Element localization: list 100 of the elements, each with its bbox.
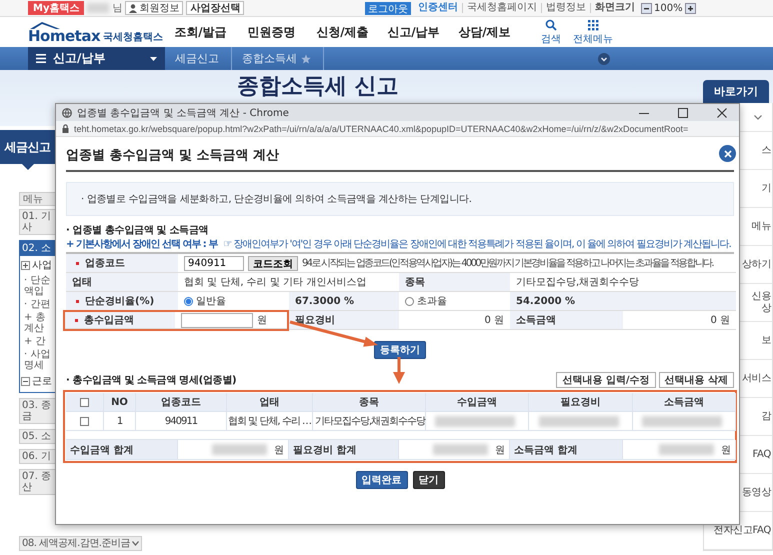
globe-icon (62, 108, 72, 118)
expand-icon[interactable] (21, 260, 30, 270)
menu-group[interactable]: 사업 (32, 258, 52, 272)
submenu-item[interactable]: · 단순 액입 (20, 274, 55, 298)
person-icon (129, 4, 138, 12)
menu-step[interactable]: 05. 소 (19, 429, 55, 444)
register-button[interactable]: 등록하기 (374, 341, 426, 359)
expand-chevron-icon[interactable] (598, 52, 610, 64)
field-label: 소득금액 (516, 314, 556, 327)
menu-dropdown[interactable]: 신고/납부 (28, 47, 165, 70)
star-icon[interactable] (301, 54, 311, 64)
quick-link[interactable]: 상하기 (742, 258, 771, 270)
quick-link[interactable]: 서비스 (742, 372, 771, 384)
radio-option[interactable]: 초과율 (405, 294, 447, 308)
menu-step[interactable]: 08. 세액공제.감면.준비금 (19, 536, 142, 551)
quick-link[interactable]: 신용 상 (752, 290, 771, 314)
column-header: 필요경비 (560, 396, 600, 409)
menu-group[interactable]: 근로 (32, 374, 52, 388)
menu-step[interactable]: 07. 종 산 (19, 469, 55, 495)
nav-menu-item[interactable]: 신청/제출 (307, 24, 378, 40)
pointer-marker (22, 164, 34, 170)
field-value: 협회 및 단체, 수리 및 기타 개인서비스업 (184, 276, 366, 289)
column-header: NO (111, 396, 128, 408)
quick-link[interactable]: 감 (761, 410, 771, 422)
search-icon (545, 18, 557, 30)
menu-step[interactable]: 01. 기 사 (19, 209, 55, 235)
unit-text: 원 (721, 444, 731, 456)
menu-icon (36, 54, 46, 63)
info-text: · 업종별로 수입금액을 세분화하고, 단순경비율에 의하여 소득금액을 계산하는 단계입니다. (81, 193, 472, 206)
dialog-button[interactable]: 입력완료 (356, 471, 408, 489)
column-header: 소득금액 (664, 396, 704, 409)
close-icon (717, 108, 727, 118)
quick-link[interactable]: 메뉴 (752, 220, 771, 232)
menu-step[interactable]: 02. 소 (20, 241, 55, 256)
radio-button[interactable] (184, 296, 193, 306)
top-link[interactable]: 국세청홈페이지 (462, 3, 541, 13)
quick-link[interactable]: 전자신고FAQ (714, 524, 771, 536)
dialog-heading: 업종별 총수입금액 및 소득금액 계산 (66, 146, 280, 164)
workplace-select-button[interactable]: 사업장선택 (186, 1, 244, 15)
total-income-field[interactable] (181, 312, 253, 328)
checkbox[interactable] (80, 416, 89, 426)
submenu-item[interactable]: + 간 (20, 335, 55, 348)
menu-tab[interactable]: 메뉴 (19, 192, 55, 206)
zoom-in-button[interactable] (684, 2, 696, 14)
code-lookup-button[interactable]: 코드조회 (248, 256, 298, 270)
nav-menu-item[interactable]: 조회/발급 (165, 24, 236, 40)
dialog-button[interactable]: 닫기 (412, 471, 444, 489)
grid-icon (587, 18, 599, 30)
section-title: · 총수입금액 및 소득금액 명세(업종별) (66, 374, 236, 386)
rate-value: 54.2000 % (516, 296, 576, 306)
zoom-value: 100% (654, 2, 683, 14)
close-button[interactable] (719, 145, 736, 162)
header-tool-link[interactable]: 검색 (530, 18, 572, 46)
user-suffix: 님 (112, 2, 122, 15)
submenu-item[interactable]: · 사업 명세 (20, 348, 55, 372)
quick-link[interactable]: 스 (761, 144, 771, 156)
logout-button[interactable]: 로그아웃 (365, 2, 411, 14)
disability-status-text: + 기본사항에서 장애인 선택 여부 : 부 (66, 238, 218, 252)
caret-icon (150, 56, 157, 60)
window-title: 업종별 총수입금액 및 소득금액 계산 - Chrome (77, 106, 289, 120)
zoom-label: 화면크기 (590, 3, 639, 13)
field-label: 총수입금액 (84, 314, 134, 327)
nav-menu-item[interactable]: 민원증명 (236, 24, 307, 40)
field-label: 단순경비율(%) (85, 295, 154, 308)
annotation-arrow (393, 357, 405, 384)
section-title: · 업종별 총수입금액 및 소득금액 (66, 225, 210, 237)
column-header: 업종코드 (161, 396, 201, 409)
nav-menu-item[interactable]: 신고/납부 (378, 24, 449, 40)
unit-text: 원 (274, 444, 284, 456)
menu-step[interactable]: 03. 종 금 (19, 398, 55, 424)
table-cell-text: 협회 및 단체, 수리 … (228, 415, 311, 428)
radio-option[interactable]: 일반율 (184, 294, 226, 308)
cert-center-link[interactable]: 인증센터 (414, 3, 462, 13)
action-button[interactable]: 선택내용 입력/수정 (556, 372, 656, 388)
action-button[interactable]: 선택내용 삭제 (658, 372, 734, 388)
breadcrumb-link[interactable]: 종합소득세 (242, 51, 297, 66)
header-tool-link[interactable]: 전체메뉴 (572, 18, 614, 46)
nav-menu-item[interactable]: 상담/제보 (449, 24, 520, 40)
logo-text[interactable]: Hometax (28, 28, 100, 44)
my-hometax-button[interactable]: My홈택스 (28, 1, 84, 15)
zoom-out-button[interactable] (641, 2, 652, 14)
checkbox[interactable] (80, 398, 89, 406)
submenu-item[interactable]: + 총 계산 (20, 311, 55, 335)
menu-step[interactable]: 06. 기 (19, 449, 55, 464)
plus-icon (686, 4, 694, 12)
submenu-item[interactable]: · 간편 (20, 298, 55, 311)
breadcrumb-link[interactable]: 세금신고 (175, 51, 219, 66)
quick-link[interactable]: 기 (761, 182, 771, 194)
total-label: 수입금액 합계 (70, 444, 134, 456)
quick-link[interactable]: 동영상 (742, 486, 771, 498)
unit-text: 원 (495, 444, 505, 456)
member-info-button[interactable]: 회원정보 (125, 1, 184, 15)
quick-link[interactable]: FAQ (752, 448, 771, 460)
collapse-icon[interactable] (21, 376, 30, 386)
radio-button[interactable] (405, 296, 414, 306)
chevron-down-icon[interactable] (754, 114, 762, 120)
top-link[interactable]: 법령정보 (541, 3, 590, 13)
industry-code-field[interactable]: 940911 (184, 256, 244, 270)
blurred-name (87, 3, 110, 13)
quick-link[interactable]: 보 (761, 334, 771, 346)
